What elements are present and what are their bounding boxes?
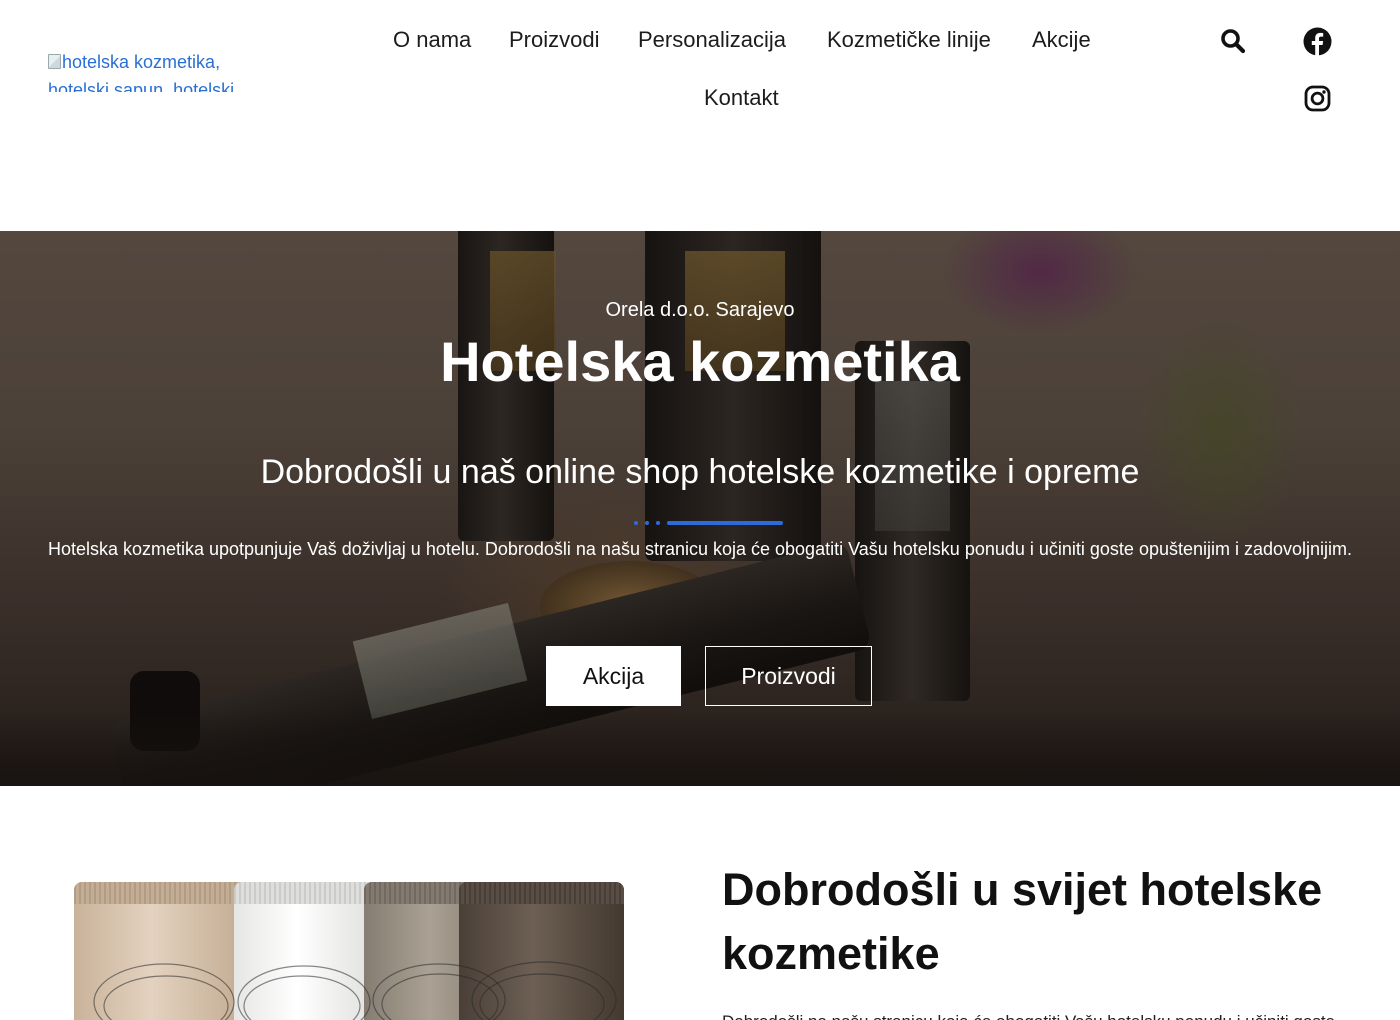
hero-subtitle: Dobrodošli u naš online shop hotelske ko…: [260, 453, 1140, 491]
akcija-button[interactable]: Akcija: [546, 646, 681, 706]
proizvodi-button[interactable]: Proizvodi: [705, 646, 872, 706]
hero-eyebrow: Orela d.o.o. Sarajevo: [605, 299, 795, 321]
hero-divider: [667, 521, 783, 525]
nav-item-proizvodi[interactable]: Proizvodi: [509, 26, 599, 54]
site-logo[interactable]: hotelska kozmetika, hotelski sapun, hote…: [48, 48, 244, 92]
intro-title: Dobrodošli u svijet hotelske kozmetike: [722, 864, 1323, 979]
search-icon[interactable]: [1218, 26, 1248, 56]
nav-item-akcije[interactable]: Akcije: [1032, 26, 1091, 54]
broken-image-icon: [48, 54, 61, 69]
nav-item-o-nama[interactable]: O nama: [393, 26, 471, 54]
product-swirl-pattern: [93, 961, 617, 1020]
divider-dot: [645, 521, 649, 525]
nav-item-personalizacija[interactable]: Personalizacija: [638, 26, 786, 54]
divider-dot: [656, 521, 660, 525]
intro-section: Dobrodošli u svijet hotelske kozmetike D…: [0, 786, 1400, 1020]
divider-dot: [634, 521, 638, 525]
nav-item-kontakt[interactable]: Kontakt: [704, 84, 779, 112]
intro-text: Dobrodošli na našu stranicu koja će obog…: [722, 1010, 1400, 1020]
hero-title: Hotelska kozmetika: [440, 330, 960, 393]
facebook-icon[interactable]: [1302, 26, 1333, 57]
site-header: hotelska kozmetika, hotelski sapun, hote…: [0, 0, 1400, 231]
nav-item-kozmeticke-linije[interactable]: Kozmetičke linije: [827, 26, 991, 54]
logo-alt-text: hotelska kozmetika, hotelski sapun, hote…: [48, 52, 235, 92]
hero-description: Hotelska kozmetika upotpunjuje Vaš doživ…: [47, 539, 1353, 559]
hero-banner: Orela d.o.o. Sarajevo Hotelska kozmetika…: [0, 231, 1400, 786]
product-image: [74, 882, 626, 1020]
instagram-icon[interactable]: [1303, 84, 1332, 113]
